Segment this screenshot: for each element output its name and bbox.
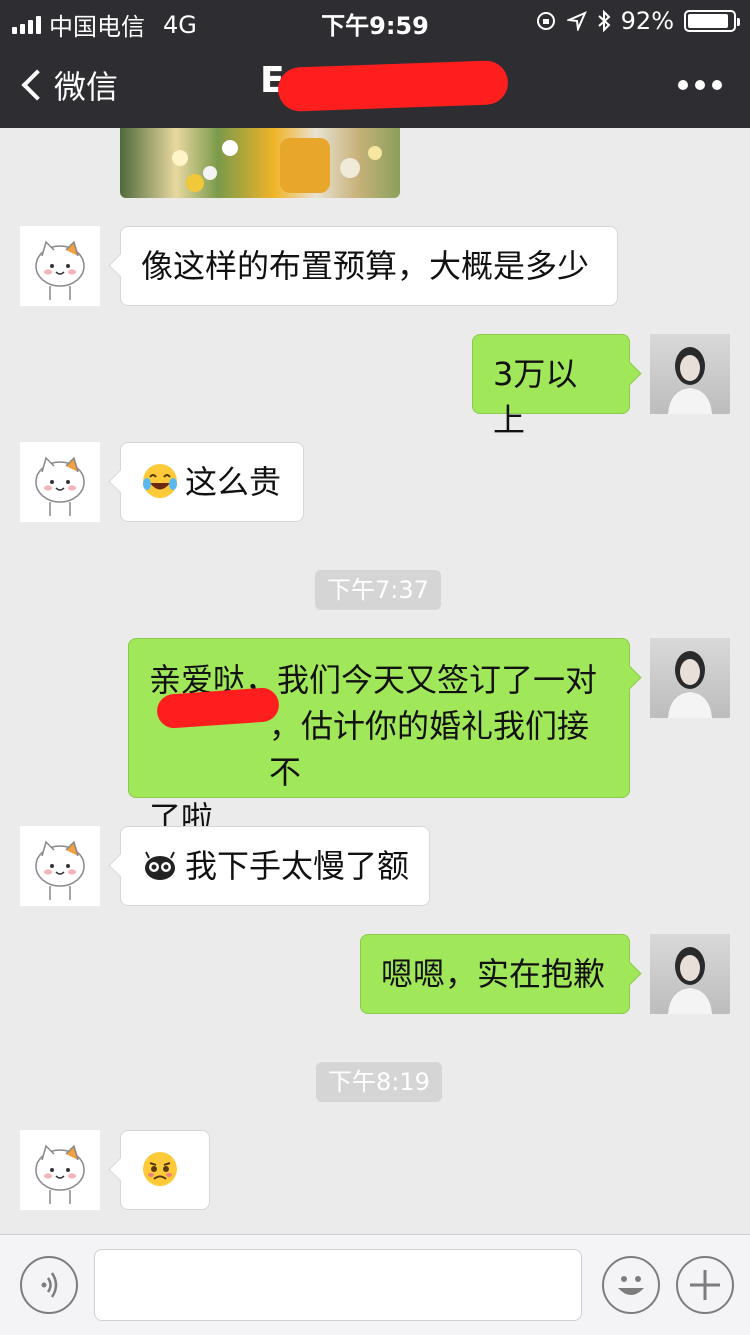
chat-area[interactable]: 像这样的布置预算，大概是多少 3万以上 这么贵 下午7:37 亲爱哒，我们今天又… (0, 128, 750, 1234)
contact-avatar[interactable] (20, 1130, 100, 1210)
bluetooth-icon (597, 10, 611, 32)
message-text: 这么贵 (185, 463, 282, 501)
message-text: 3万以上 (493, 355, 578, 439)
status-bar: 中国电信 4G 下午9:59 92% (0, 0, 750, 41)
message-text: 嗯嗯，实在抱歉 (381, 955, 606, 993)
more-icon[interactable] (678, 80, 722, 90)
input-bar (0, 1234, 750, 1335)
voice-icon[interactable] (20, 1256, 78, 1314)
title-redaction (277, 59, 509, 113)
message-text: 我下手太慢了额 (185, 847, 410, 885)
contact-avatar[interactable] (20, 442, 100, 522)
incoming-message[interactable]: 这么贵 (120, 442, 304, 522)
outgoing-message[interactable]: 3万以上 (472, 334, 630, 439)
contact-avatar[interactable] (20, 226, 100, 306)
incoming-message[interactable]: 我下手太慢了额 (120, 826, 430, 906)
back-chevron-icon (21, 69, 53, 101)
battery-percent: 92% (620, 7, 674, 35)
black-ghost-emoji (145, 851, 175, 880)
timestamp: 下午7:37 (315, 570, 441, 610)
plus-icon[interactable] (676, 1256, 734, 1314)
orientation-lock-icon (536, 12, 555, 30)
battery-icon (684, 10, 740, 32)
my-avatar[interactable] (650, 934, 730, 1014)
pleading-face-emoji (143, 1152, 177, 1186)
tears-of-joy-emoji (143, 464, 177, 498)
emoji-icon[interactable] (602, 1256, 660, 1314)
message-text: 像这样的布置预算，大概是多少 (141, 247, 590, 285)
outgoing-message[interactable]: 嗯嗯，实在抱歉 (360, 934, 630, 1014)
outgoing-message[interactable]: 亲爱哒，我们今天又签订了一对 ，估计你的婚礼我们接不 了啦 (128, 638, 630, 837)
image-message[interactable] (120, 128, 400, 198)
back-button[interactable]: 微信 (20, 62, 118, 108)
nav-bar: 微信 E (0, 50, 750, 118)
flower-arrangement-image (172, 138, 382, 193)
status-right: 92% (535, 7, 740, 35)
contact-avatar[interactable] (20, 826, 100, 906)
timestamp: 下午8:19 (316, 1062, 442, 1102)
incoming-message[interactable] (120, 1130, 210, 1210)
incoming-message[interactable]: 像这样的布置预算，大概是多少 (120, 226, 618, 306)
location-icon (566, 11, 587, 31)
top-bar: 中国电信 4G 下午9:59 92% 微信 E (0, 0, 750, 128)
message-input[interactable] (94, 1249, 582, 1321)
my-avatar[interactable] (650, 334, 730, 414)
my-avatar[interactable] (650, 638, 730, 718)
back-label: 微信 (54, 68, 119, 106)
